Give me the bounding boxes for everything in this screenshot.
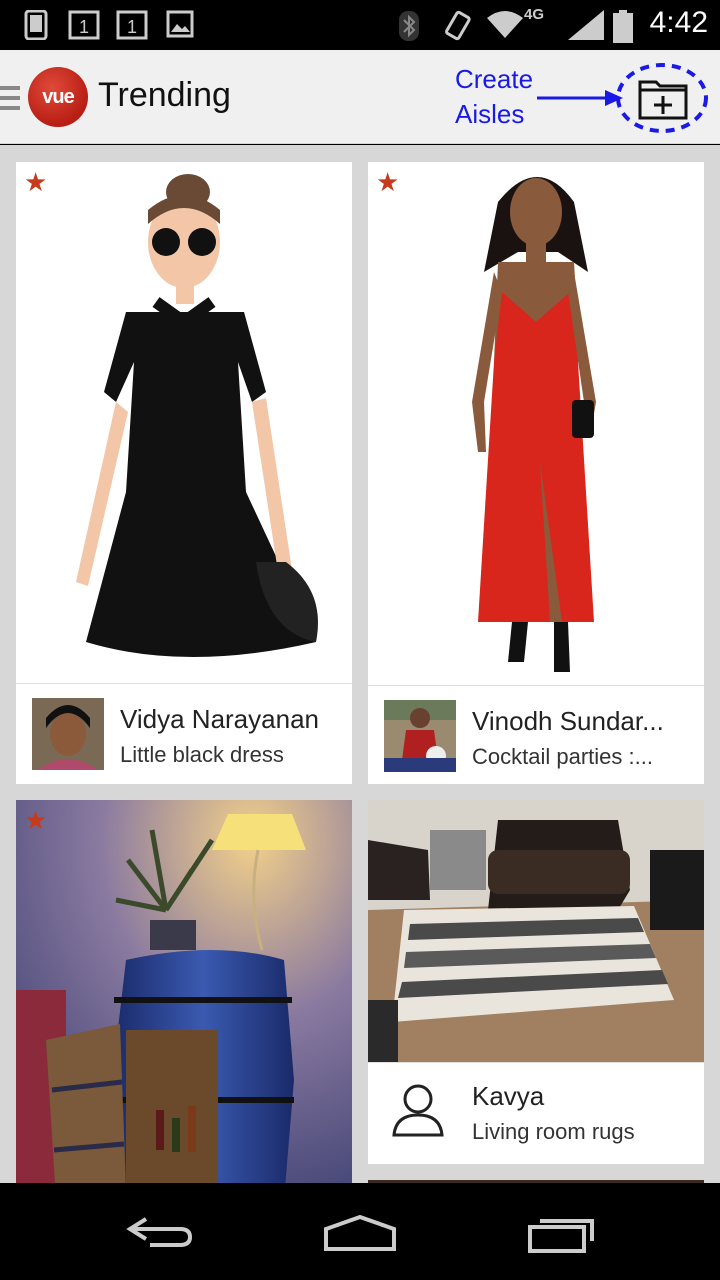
signal-icon [568, 10, 604, 40]
page-title: Trending [98, 76, 231, 114]
aisle-name[interactable]: Little black dress [120, 742, 344, 768]
status-bar: 1 1 4G 4:42 [0, 0, 720, 50]
default-user-icon[interactable] [388, 1079, 448, 1143]
status-time: 4:42 [649, 6, 708, 39]
recents-icon[interactable] [526, 1213, 598, 1253]
create-aisles-annotation: Create Aisles [455, 62, 533, 132]
aisle-card[interactable]: ★ Vidya Narayanan Little black dress [16, 162, 352, 784]
aisle-image[interactable] [16, 162, 352, 683]
create-aisle-button[interactable] [615, 62, 709, 134]
sim1-icon: 1 [68, 10, 100, 40]
back-icon[interactable] [124, 1213, 196, 1249]
sim1-icon: 1 [116, 10, 148, 40]
user-name[interactable]: Kavya [472, 1081, 694, 1112]
annotation-line-1: Create [455, 64, 534, 94]
menu-icon[interactable] [0, 86, 20, 110]
red-dress-photo [368, 162, 704, 685]
aisle-name[interactable]: Living room rugs [472, 1119, 694, 1145]
network-type: 4G [524, 6, 545, 23]
phone-icon [24, 10, 48, 40]
black-dress-photo [16, 162, 352, 683]
folder-plus-icon [638, 80, 688, 120]
user-name[interactable]: Vidya Narayanan [120, 704, 344, 735]
trending-feed[interactable]: ★ Vidya Narayanan Little black dress ★ V… [0, 145, 720, 1183]
svg-text:1: 1 [127, 17, 137, 37]
aisle-card[interactable]: ★ [16, 800, 352, 1183]
navigation-bar [0, 1183, 720, 1280]
annotation-arrow-icon [537, 90, 623, 106]
star-icon[interactable]: ★ [24, 808, 47, 834]
card-footer[interactable]: Vinodh Sundar... Cocktail parties :... [368, 685, 704, 784]
aisle-image[interactable] [368, 800, 704, 1062]
barrel-bar-photo [16, 800, 352, 1183]
home-icon[interactable] [322, 1213, 398, 1251]
bluetooth-icon [399, 11, 419, 41]
vibrate-icon [445, 10, 471, 41]
avatar[interactable] [32, 698, 104, 770]
wifi-icon [487, 11, 523, 38]
battery-icon [613, 10, 633, 43]
card-footer[interactable]: Vidya Narayanan Little black dress [16, 683, 352, 784]
aisle-name[interactable]: Cocktail parties :... [472, 744, 694, 770]
aisle-image[interactable] [16, 800, 352, 1183]
svg-text:1: 1 [79, 17, 89, 37]
annotation-line-2: Aisles [455, 99, 525, 129]
aisle-card[interactable]: Kavya Living room rugs [368, 800, 704, 1164]
rug-photo [368, 800, 704, 1062]
card-footer[interactable]: Kavya Living room rugs [368, 1062, 704, 1164]
user-name[interactable]: Vinodh Sundar... [472, 706, 694, 737]
aisle-card[interactable]: ★ Vinodh Sundar... Cocktail parties :... [368, 162, 704, 784]
app-logo[interactable]: vue [28, 67, 88, 127]
avatar[interactable] [384, 700, 456, 772]
aisle-image[interactable] [368, 162, 704, 685]
image-icon [166, 10, 194, 38]
star-icon[interactable]: ★ [24, 170, 47, 196]
star-icon[interactable]: ★ [376, 170, 399, 196]
